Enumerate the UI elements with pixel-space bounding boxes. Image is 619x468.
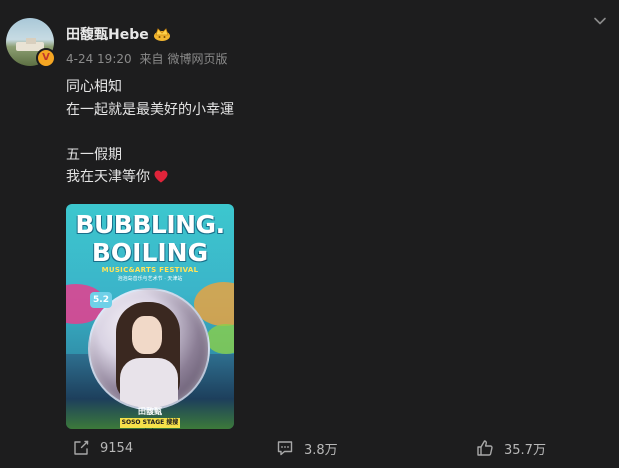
post-text-line: 五一假期	[66, 146, 122, 163]
post-text-line-content: 我在天津等你	[66, 169, 150, 185]
post-text-line: 在一起就是最美好的小幸運	[66, 101, 234, 118]
poster-subtitle: MUSIC&ARTS FESTIVAL	[101, 266, 199, 274]
repost-button[interactable]: 9154	[72, 436, 133, 460]
repost-icon	[74, 440, 89, 455]
post-image-poster[interactable]: BUBBLING. BOILING MUSIC&ARTS FESTIVAL 泡泡…	[66, 204, 234, 429]
post-text-line: 我在天津等你	[66, 166, 234, 189]
name-row: 田馥甄Hebe	[66, 24, 171, 44]
post-text: 同心相知 在一起就是最美好的小幸運 五一假期 我在天津等你	[66, 76, 234, 189]
avatar[interactable]: V	[6, 18, 58, 70]
poster-subtitle-cn: 泡泡岛音乐与艺术节 · 天津站	[117, 276, 183, 282]
action-bar: 9154 3.8万 35.7万	[0, 436, 619, 460]
comment-icon	[277, 441, 293, 456]
source-prefix: 来自	[139, 52, 164, 66]
poster-date: 5.2	[90, 292, 112, 308]
comment-button[interactable]: 3.8万	[276, 436, 338, 460]
poster-artist: 田馥甄	[138, 407, 162, 416]
thumbs-up-icon	[477, 440, 493, 456]
timestamp-link[interactable]: 4-24 19:20	[66, 52, 132, 66]
chevron-down-icon[interactable]	[593, 14, 607, 28]
poster-stage: SOSO STAGE 搜搜舞台	[120, 418, 180, 428]
red-heart-icon	[154, 170, 168, 183]
post-text-line	[66, 121, 234, 144]
username-link[interactable]: 田馥甄Hebe	[66, 24, 149, 44]
like-count: 35.7万	[504, 442, 546, 458]
post-text-line: 同心相知	[66, 79, 122, 95]
source-label: 微博网页版	[167, 52, 228, 66]
repost-count: 9154	[100, 440, 134, 456]
weibo-post-card: V 田馥甄Hebe 4-24 19:20 来自 微博网页版 同心相知 在一起就是最…	[0, 0, 619, 468]
comment-count: 3.8万	[304, 442, 338, 458]
poster-title-line2: BOILING	[91, 238, 209, 267]
post-meta: 4-24 19:20 来自 微博网页版	[66, 50, 232, 67]
verified-v-badge-icon: V	[36, 48, 56, 68]
crown-icon[interactable]	[153, 26, 171, 42]
like-button[interactable]: 35.7万	[476, 436, 546, 460]
poster-title-line1: BUBBLING.	[75, 210, 225, 239]
